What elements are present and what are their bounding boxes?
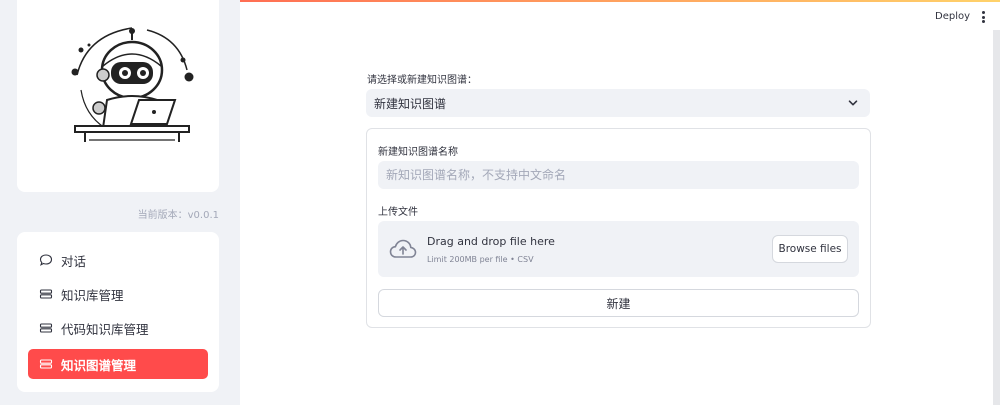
chat-bubble-icon: [39, 253, 53, 267]
cloud-upload-icon: [389, 239, 417, 258]
new-graph-form: 新建知识图谱名称 上传文件 Drag and drop file here Li…: [366, 128, 871, 328]
sidebar-item-label: 知识库管理: [61, 287, 124, 303]
upload-label: 上传文件: [378, 207, 418, 218]
logo-card: [17, 0, 219, 192]
graph-select[interactable]: 新建知识图谱: [366, 89, 870, 117]
version-text: 当前版本：v0.0.1: [137, 210, 219, 221]
sidebar: 当前版本：v0.0.1 对话 知识库管理 代码知识库管理 知识图谱管理: [0, 0, 240, 405]
dropzone-title: Drag and drop file here: [427, 235, 555, 248]
graph-name-label: 新建知识图谱名称: [378, 147, 458, 158]
sidebar-item-label: 对话: [61, 253, 87, 269]
more-menu-icon[interactable]: [978, 10, 988, 24]
browse-files-button[interactable]: Browse files: [772, 235, 848, 263]
graph-select-value: 新建知识图谱: [374, 96, 447, 111]
graph-select-label: 请选择或新建知识图谱：: [367, 75, 477, 86]
sidebar-item-code-knowledge-base[interactable]: 代码知识库管理: [28, 313, 208, 343]
robot-logo-icon: [71, 27, 194, 142]
nav-menu: 对话 知识库管理 代码知识库管理 知识图谱管理: [17, 232, 219, 392]
database-icon: [39, 287, 53, 301]
graph-name-input[interactable]: [378, 161, 859, 189]
database-icon: [39, 321, 53, 335]
sidebar-item-chat[interactable]: 对话: [28, 245, 208, 275]
scrollbar[interactable]: [993, 30, 1000, 405]
dropzone-limit-text: Limit 200MB per file • CSV: [427, 255, 534, 264]
sidebar-item-knowledge-base[interactable]: 知识库管理: [28, 279, 208, 309]
sidebar-item-label: 知识图谱管理: [61, 357, 137, 373]
deploy-button[interactable]: Deploy: [935, 11, 970, 22]
sidebar-item-knowledge-graph[interactable]: 知识图谱管理: [28, 349, 208, 379]
sidebar-item-label: 代码知识库管理: [61, 321, 149, 337]
chevron-down-icon: [848, 100, 858, 106]
create-button[interactable]: 新建: [378, 289, 859, 317]
database-icon: [39, 357, 53, 371]
file-dropzone[interactable]: Drag and drop file here Limit 200MB per …: [378, 221, 859, 277]
